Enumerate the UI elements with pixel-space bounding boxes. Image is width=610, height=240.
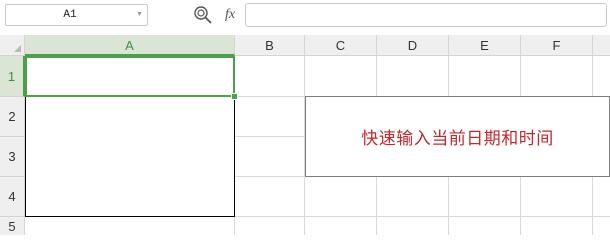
row-header-3[interactable]: 3 <box>0 137 25 177</box>
worksheet-grid[interactable]: A B C D E F 1 2 3 4 5 快速输入当前日期和时间 <box>0 35 610 235</box>
select-all-icon <box>14 45 21 52</box>
column-header-b[interactable]: B <box>235 35 305 56</box>
column-header-overflow[interactable] <box>593 35 610 56</box>
fx-icon[interactable]: fx <box>221 5 239 25</box>
active-cell-a1[interactable] <box>25 56 235 97</box>
row-header-5[interactable]: 5 <box>0 217 25 235</box>
row-header-4[interactable]: 4 <box>0 177 25 217</box>
name-box-value: A1 <box>63 9 77 21</box>
column-header-c[interactable]: C <box>305 35 377 56</box>
column-header-d[interactable]: D <box>377 35 449 56</box>
fill-handle[interactable] <box>231 93 238 100</box>
formula-bar: A1 ▼ fx <box>0 0 610 35</box>
spreadsheet-window: A1 ▼ fx A B C D E F 1 2 3 4 5 快速输入当前日期和时… <box>0 0 610 235</box>
name-box[interactable]: A1 ▼ <box>5 4 148 26</box>
formula-input[interactable] <box>245 3 607 27</box>
column-header-f[interactable]: F <box>521 35 593 56</box>
row-header-1[interactable]: 1 <box>0 56 25 97</box>
select-all-corner[interactable] <box>0 35 25 56</box>
chevron-down-icon[interactable]: ▼ <box>136 5 143 25</box>
column-header-e[interactable]: E <box>449 35 521 56</box>
text-box-shape[interactable]: 快速输入当前日期和时间 <box>305 96 610 177</box>
column-header-a[interactable]: A <box>25 35 235 56</box>
zoom-icon[interactable] <box>193 5 213 25</box>
row-header-2[interactable]: 2 <box>0 97 25 137</box>
text-box-label: 快速输入当前日期和时间 <box>361 129 554 149</box>
